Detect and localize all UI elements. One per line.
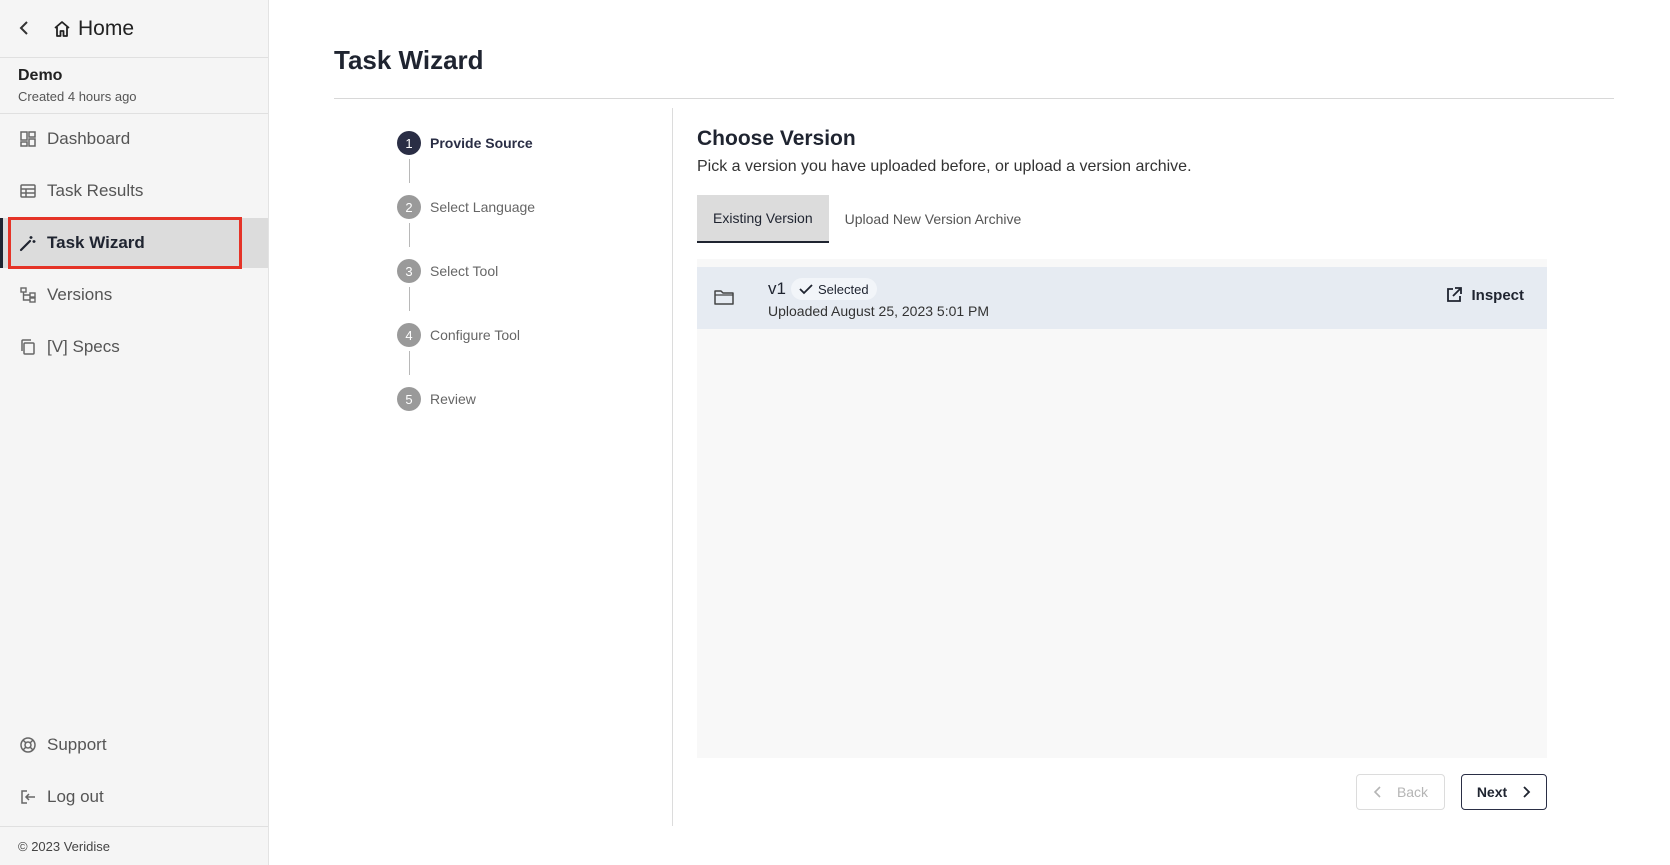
step-select-tool[interactable]: 3 Select Tool bbox=[397, 259, 498, 283]
inspect-label: Inspect bbox=[1471, 286, 1524, 304]
title-divider bbox=[334, 98, 1614, 99]
step-label: Select Tool bbox=[430, 263, 499, 279]
status-badge: Selected bbox=[791, 278, 877, 300]
dashboard-icon bbox=[20, 131, 36, 147]
step-label: Select Language bbox=[430, 199, 536, 215]
tab-upload-new-version[interactable]: Upload New Version Archive bbox=[829, 195, 1038, 243]
column-divider bbox=[672, 108, 673, 826]
sidebar-item-label: Dashboard bbox=[47, 129, 131, 148]
page-title: Task Wizard bbox=[334, 45, 484, 75]
hierarchy-icon bbox=[20, 287, 36, 303]
version-name: v1 bbox=[768, 279, 786, 298]
back-label: Back bbox=[1396, 784, 1429, 800]
step-number: 1 bbox=[397, 131, 421, 155]
sidebar: Home Demo Created 4 hours ago Dashboard … bbox=[0, 0, 269, 865]
section-subtitle: Pick a version you have uploaded before,… bbox=[697, 158, 1192, 175]
copyright: © 2023 Veridise bbox=[0, 826, 268, 865]
project-name: Demo bbox=[18, 67, 63, 84]
sidebar-item-specs[interactable]: [V] Specs bbox=[0, 322, 268, 372]
sidebar-item-label: Task Results bbox=[47, 181, 144, 200]
sidebar-item-task-results[interactable]: Task Results bbox=[0, 166, 268, 216]
step-number: 5 bbox=[397, 387, 421, 411]
sidebar-item-task-wizard[interactable]: Task Wizard bbox=[0, 218, 268, 268]
sidebar-item-label: Task Wizard bbox=[47, 233, 145, 252]
next-button[interactable]: Next bbox=[1461, 774, 1547, 810]
table-icon bbox=[20, 184, 36, 198]
sidebar-item-label: Support bbox=[47, 735, 107, 754]
step-provide-source[interactable]: 1 Provide Source bbox=[397, 131, 533, 155]
sidebar-header: Home bbox=[0, 0, 268, 58]
sidebar-item-versions[interactable]: Versions bbox=[0, 270, 268, 320]
step-label: Configure Tool bbox=[430, 327, 521, 343]
chevron-right-icon bbox=[1523, 786, 1531, 798]
step-select-language[interactable]: 2 Select Language bbox=[397, 195, 535, 219]
sidebar-item-dashboard[interactable]: Dashboard bbox=[0, 114, 268, 164]
tab-existing-version[interactable]: Existing Version bbox=[697, 195, 829, 243]
chevron-left-icon bbox=[1373, 786, 1381, 798]
step-connector bbox=[409, 223, 410, 247]
sidebar-item-label: [V] Specs bbox=[47, 337, 120, 356]
step-number: 3 bbox=[397, 259, 421, 283]
home-label: Home bbox=[78, 16, 135, 40]
home-link[interactable]: Home bbox=[52, 17, 134, 41]
status-badge-label: Selected bbox=[818, 281, 869, 297]
magic-wand-icon bbox=[19, 236, 36, 252]
lifebuoy-icon bbox=[20, 737, 36, 753]
sidebar-item-label: Log out bbox=[47, 787, 104, 806]
project-created: Created 4 hours ago bbox=[18, 89, 137, 104]
step-connector bbox=[409, 159, 410, 183]
sidebar-item-support[interactable]: Support bbox=[0, 720, 268, 770]
version-row[interactable]: v1 Selected Uploaded August 25, 2023 5:0… bbox=[697, 267, 1547, 329]
check-icon bbox=[799, 284, 813, 295]
step-configure-tool[interactable]: 4 Configure Tool bbox=[397, 323, 520, 347]
version-upload-date: Uploaded August 25, 2023 5:01 PM bbox=[768, 303, 990, 319]
external-link-icon bbox=[1447, 287, 1463, 302]
step-review[interactable]: 5 Review bbox=[397, 387, 476, 411]
logout-icon bbox=[21, 790, 35, 804]
step-connector bbox=[409, 287, 410, 311]
home-icon bbox=[54, 20, 70, 37]
back-button[interactable]: Back bbox=[1356, 774, 1445, 810]
copy-icon bbox=[21, 339, 35, 355]
step-connector bbox=[409, 351, 410, 375]
inspect-button[interactable]: Inspect bbox=[1445, 286, 1524, 304]
section-title: Choose Version bbox=[697, 127, 856, 150]
step-number: 4 bbox=[397, 323, 421, 347]
sidebar-item-logout[interactable]: Log out bbox=[0, 772, 268, 822]
step-label: Provide Source bbox=[430, 135, 533, 151]
step-number: 2 bbox=[397, 195, 421, 219]
version-tabs: Existing Version Upload New Version Arch… bbox=[697, 195, 1037, 243]
project-info: Demo Created 4 hours ago bbox=[0, 58, 268, 114]
chevron-left-icon[interactable] bbox=[18, 16, 40, 42]
folder-icon bbox=[713, 287, 735, 312]
next-label: Next bbox=[1476, 784, 1508, 800]
sidebar-item-label: Versions bbox=[47, 285, 113, 304]
version-list: v1 Selected Uploaded August 25, 2023 5:0… bbox=[697, 259, 1547, 758]
step-label: Review bbox=[430, 391, 476, 407]
